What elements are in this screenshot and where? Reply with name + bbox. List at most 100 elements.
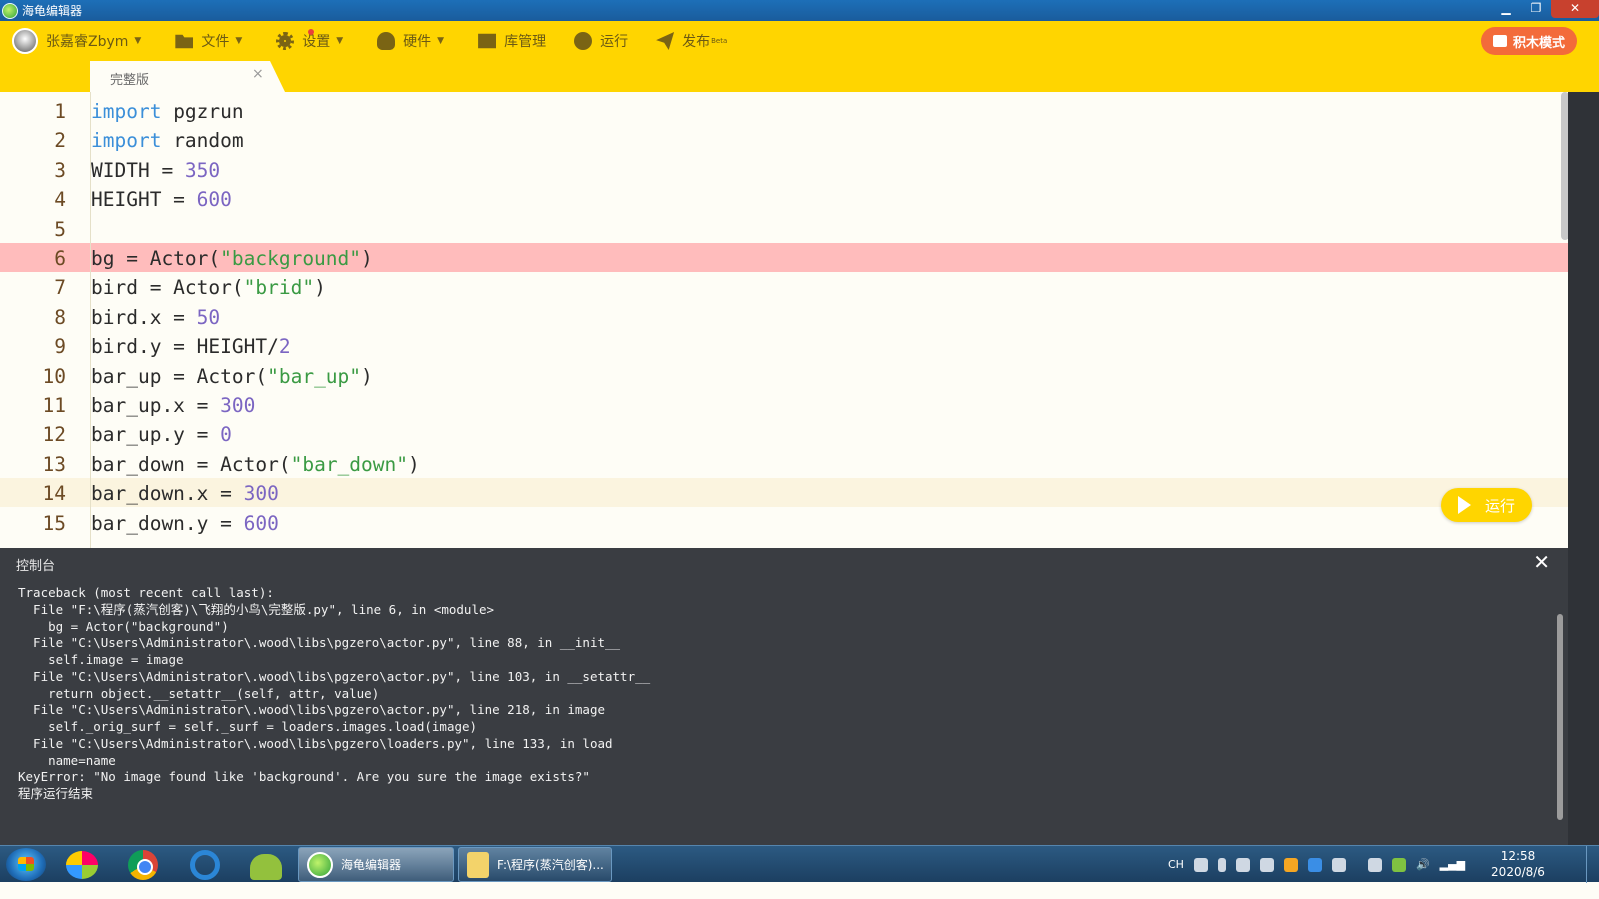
block-mode-label: 积木模式 (1512, 35, 1565, 51)
minimize-button[interactable]: ▁ (1491, 0, 1521, 18)
code-token: WIDTH = (91, 158, 185, 182)
code-token: "bar_down" (290, 452, 408, 476)
code-token: 0 (220, 423, 232, 447)
code-token: ) (314, 276, 326, 300)
language-indicator[interactable]: CH (1168, 858, 1184, 871)
code-text: WIDTH = 350 (91, 159, 220, 182)
tab-close-icon[interactable]: × (252, 66, 264, 82)
pinwheel-app-icon[interactable] (66, 851, 98, 879)
console-title: 控制台 (16, 559, 56, 574)
keyboard-icon[interactable] (1193, 857, 1208, 872)
network-icon[interactable] (1367, 857, 1382, 872)
code-line[interactable]: 14 bar_down.x = 300 (0, 478, 1568, 508)
maximize-button[interactable]: ❐ (1521, 0, 1551, 18)
code-line[interactable]: 3 WIDTH = 350 (0, 155, 1568, 184)
hardware-menu[interactable]: 硬件 ▼ (367, 21, 454, 61)
line-number: 5 (54, 217, 66, 241)
code-token: ) (361, 247, 373, 270)
code-token: "brid" (243, 276, 315, 300)
code-text: HEIGHT = 600 (91, 188, 232, 211)
tray-app-icon[interactable] (1283, 857, 1298, 872)
block-mode-button[interactable]: 积木模式 (1481, 27, 1577, 55)
input-method-icon[interactable] (1217, 857, 1226, 872)
code-editor[interactable]: 1 import pgzrun 2 import random 3 WIDTH = 350… (0, 92, 1568, 548)
chevron-down-icon: ▼ (134, 36, 142, 46)
code-line[interactable]: 6 bg = Actor("background") (0, 243, 1568, 272)
line-number: 9 (54, 335, 66, 359)
signal-icon[interactable]: ▂▄▆ (1440, 858, 1465, 871)
settings-menu[interactable]: 设置 ▼ (266, 21, 353, 61)
user-menu[interactable]: 张嘉睿Zbym ▼ (0, 21, 151, 61)
code-token: bar_down.x = (91, 482, 244, 506)
run-button[interactable]: 运行 (564, 21, 638, 61)
clock-time: 12:58 (1500, 849, 1536, 863)
line-number: 12 (42, 423, 66, 447)
library-button[interactable]: 库管理 (468, 21, 556, 61)
code-line[interactable]: 2 import random (0, 125, 1568, 154)
code-text: bar_down = Actor("bar_down") (91, 453, 420, 476)
publish-label: 发布 (682, 34, 711, 50)
tray-app-icon[interactable] (1235, 857, 1250, 872)
tab-file[interactable]: 完整版 × (90, 61, 285, 92)
chevron-down-icon: ▼ (336, 36, 344, 46)
code-token: import (91, 100, 162, 123)
code-token: 600 (243, 511, 279, 535)
code-token: random (161, 129, 244, 153)
code-token: 300 (220, 394, 256, 417)
code-line[interactable]: 10 bar_up = Actor("bar_up") (0, 361, 1568, 390)
shield-icon[interactable] (1307, 857, 1322, 872)
clock-date: 2020/8/6 (1491, 865, 1545, 879)
start-button[interactable] (6, 848, 46, 881)
code-token: 600 (196, 188, 232, 212)
code-line[interactable]: 15 bar_down.y = 600 (0, 508, 1568, 537)
play-icon (1457, 496, 1471, 514)
play-icon (574, 32, 593, 50)
code-token: 300 (243, 482, 279, 506)
code-line[interactable]: 13 bar_down = Actor("bar_down") (0, 449, 1568, 478)
system-clock[interactable]: 12:58 2020/8/6 (1486, 848, 1550, 880)
taskbar-item-editor[interactable]: 海龟编辑器 (298, 847, 454, 882)
volume-icon[interactable]: 🔊 (1416, 858, 1430, 871)
window-title: 海龟编辑器 (22, 4, 83, 18)
code-line[interactable]: 7 bird = Actor("brid") (0, 272, 1568, 301)
tab-label: 完整版 (110, 73, 150, 88)
publish-button[interactable]: 发布 Beta (646, 21, 737, 61)
code-line[interactable]: 1 import pgzrun (0, 96, 1568, 125)
close-window-button[interactable]: ✕ (1551, 0, 1599, 18)
main-toolbar: 张嘉睿Zbym ▼ 文件 ▼ 设置 ▼ 硬件 ▼ 库管理 运行 发布 Beta (0, 21, 1599, 61)
show-desktop-button[interactable] (1586, 846, 1599, 883)
code-token: bird.x = (91, 305, 197, 329)
chrome-icon[interactable] (128, 850, 158, 880)
taskbar-item-label: 海龟编辑器 (341, 858, 402, 872)
console-scrollbar[interactable] (1557, 614, 1563, 820)
code-line[interactable]: 12 bar_up.y = 0 (0, 419, 1568, 448)
file-menu[interactable]: 文件 ▼ (165, 21, 252, 61)
file-menu-label: 文件 (201, 34, 230, 50)
console-close-icon[interactable]: ✕ (1533, 550, 1550, 574)
color-picker-icon[interactable] (1259, 857, 1274, 872)
chevron-down-icon: ▼ (437, 36, 445, 46)
code-line[interactable]: 5 (0, 214, 1568, 243)
code-text: bird.y = HEIGHT/2 (91, 335, 291, 358)
run-label: 运行 (600, 34, 629, 50)
code-text: bar_up.y = 0 (91, 423, 232, 446)
code-line[interactable]: 4 HEIGHT = 600 (0, 184, 1568, 213)
library-icon (478, 33, 497, 49)
window-titlebar: 海龟编辑器 ▁ ❐ ✕ (0, 0, 1599, 21)
code-token: bird.y = HEIGHT/ (91, 335, 279, 359)
avatar (12, 28, 38, 54)
tray-app-icon[interactable] (1331, 857, 1346, 872)
line-number: 6 (54, 247, 66, 270)
code-text: bg = Actor("background") (91, 247, 373, 270)
code-token: import (91, 129, 162, 153)
internet-explorer-icon[interactable] (190, 850, 220, 880)
code-line[interactable]: 8 bird.x = 50 (0, 302, 1568, 331)
settings-menu-label: 设置 (302, 34, 331, 50)
code-text: import random (91, 129, 244, 152)
floating-run-button[interactable]: 运行 (1441, 488, 1532, 522)
code-line[interactable]: 9 bird.y = HEIGHT/2 (0, 331, 1568, 360)
code-line[interactable]: 11 bar_up.x = 300 (0, 390, 1568, 419)
usb-icon[interactable] (1391, 857, 1406, 872)
android-icon[interactable] (250, 854, 282, 880)
taskbar-item-folder[interactable]: F:\程序(蒸汽创客)... (458, 847, 612, 882)
